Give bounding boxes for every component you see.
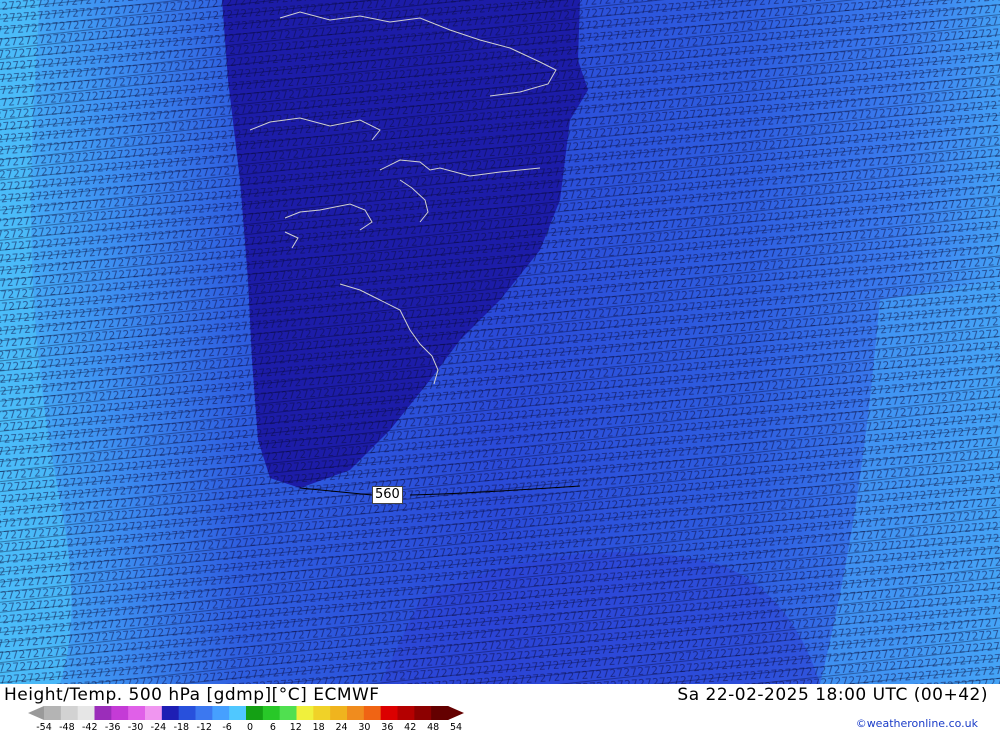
legend-tick-label: -18 xyxy=(173,722,190,733)
legend-swatch xyxy=(111,706,129,720)
contour-label-560: 560 xyxy=(372,486,403,504)
legend-swatch xyxy=(77,706,95,720)
legend-swatch xyxy=(330,706,348,720)
legend-swatch xyxy=(414,706,432,720)
legend-tick-label: 54 xyxy=(449,722,463,733)
legend-swatch xyxy=(212,706,230,720)
legend-swatch xyxy=(178,706,196,720)
legend-bar xyxy=(28,706,464,720)
legend-tick-label: 18 xyxy=(312,722,325,733)
legend-swatch xyxy=(380,706,398,720)
legend-swatch xyxy=(145,706,163,720)
legend-swatch xyxy=(195,706,213,720)
legend-tick-label: -30 xyxy=(127,722,144,733)
legend-swatch xyxy=(128,706,146,720)
valid-time: Sa 22-02-2025 18:00 UTC (00+42) xyxy=(677,685,988,705)
legend-tick-label: -48 xyxy=(59,722,75,733)
legend-tick-label: 30 xyxy=(358,722,371,733)
legend-swatch xyxy=(229,706,247,720)
legend-swatch xyxy=(246,706,264,720)
legend-arrow-left xyxy=(28,706,44,720)
map-canvas: 2 7 xyxy=(0,0,1000,684)
legend-tick-label: 6 xyxy=(269,722,276,733)
weather-map: 2 7 560 xyxy=(0,0,1000,684)
legend-swatch xyxy=(44,706,62,720)
legend-swatch xyxy=(94,706,112,720)
legend-swatch xyxy=(60,706,79,720)
legend-tick-label: -54 xyxy=(36,722,52,733)
legend-tick-label: 24 xyxy=(335,722,348,733)
legend-swatch xyxy=(279,706,297,720)
legend-swatch xyxy=(161,706,180,720)
legend-tick-label: -36 xyxy=(104,722,121,733)
footer: Height/Temp. 500 hPa [gdmp][°C] ECMWF Sa… xyxy=(0,684,1000,733)
legend-tick-label: 12 xyxy=(289,722,302,733)
legend-tick-label: 36 xyxy=(381,722,394,733)
legend-swatch xyxy=(431,706,449,720)
legend-tick-label: -12 xyxy=(196,722,212,733)
legend-tick-label: -42 xyxy=(82,722,98,733)
legend-tick-label: -24 xyxy=(150,722,167,733)
credit-link[interactable]: ©weatheronline.co.uk xyxy=(856,717,978,730)
legend-tick-label: -6 xyxy=(222,722,232,733)
legend-swatch xyxy=(347,706,365,720)
legend-swatch xyxy=(363,706,382,720)
legend-swatch xyxy=(296,706,314,720)
legend-tick-label: 48 xyxy=(427,722,440,733)
field-line-texture xyxy=(0,0,1000,684)
legend-swatch xyxy=(262,706,281,720)
legend-ticks: -54 -48 -42 -36 -30 -24 -18 -12 -6 0 6 12 18 24 30 36 42… xyxy=(30,722,470,734)
legend-tick-label: 42 xyxy=(404,722,417,733)
legend-tick-label: 0 xyxy=(246,722,254,733)
legend-swatch xyxy=(397,706,415,720)
legend-arrow-right xyxy=(448,706,464,720)
legend-swatch xyxy=(313,706,331,720)
map-title: Height/Temp. 500 hPa [gdmp][°C] ECMWF xyxy=(4,685,380,705)
